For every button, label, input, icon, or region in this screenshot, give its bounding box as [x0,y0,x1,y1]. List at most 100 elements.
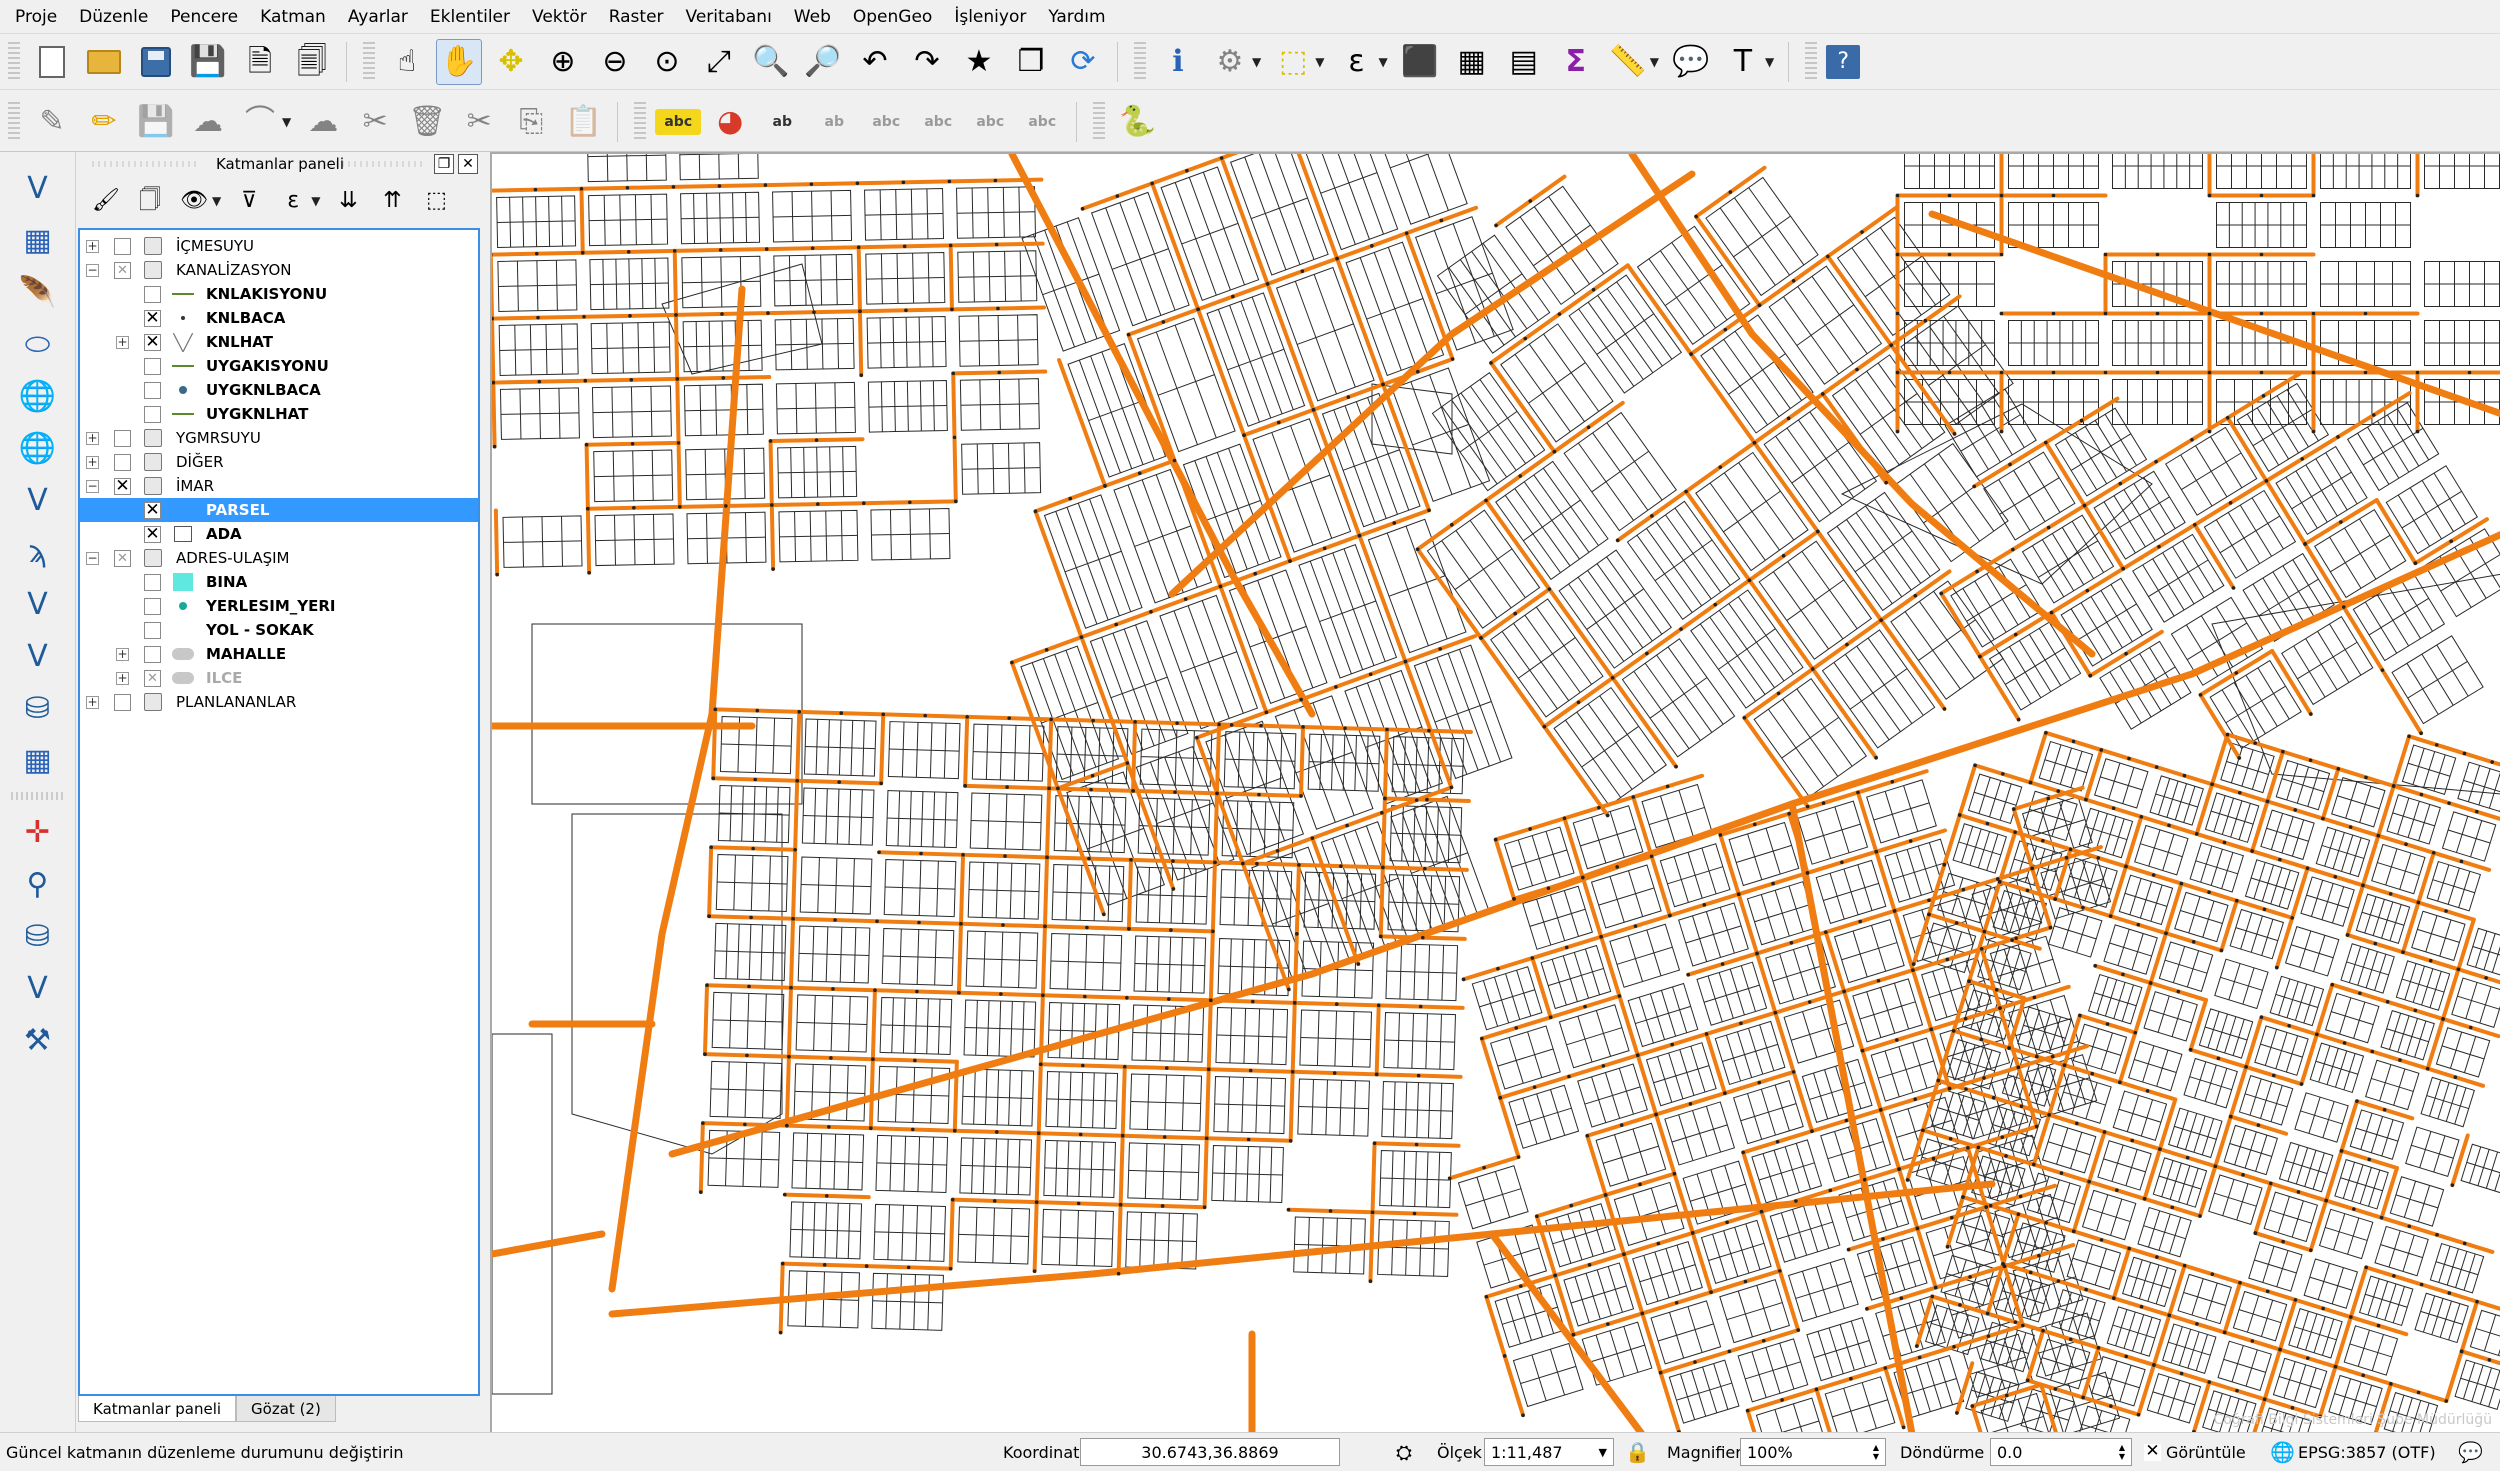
layer-visibility-checkbox[interactable] [114,693,131,711]
layer-visibility-checkbox[interactable] [144,381,161,399]
map-canvas[interactable]: Coğrafi Bilgi Sistemleri Şube Müdürlüğü [490,152,2500,1432]
save-layer-edits-icon[interactable]: 💾 [133,99,179,145]
layer-visibility-checkbox[interactable]: ✕ [144,333,161,351]
select-features-icon[interactable]: ⬚ [1270,39,1316,85]
menu-item[interactable]: Raster [598,7,675,27]
coordinate-capture-icon[interactable]: ✛ [13,808,63,856]
expand-icon[interactable]: + [116,335,129,349]
rotation-spin-icon[interactable]: ▲ ▼ [2119,1443,2125,1461]
pin-labels-icon[interactable]: ab [759,99,805,145]
zoom-to-selection-icon[interactable]: 🔍 [748,39,794,85]
dropdown-arrow-icon[interactable]: ▼ [1378,55,1387,69]
expand-icon[interactable]: + [116,647,129,661]
dropdown-arrow-icon[interactable]: ▼ [212,194,221,208]
add-virtual-layer-icon[interactable]: ▦ [13,736,63,784]
toggle-editing-icon[interactable]: ✏ [81,99,127,145]
tab-layers-panel[interactable]: Katmanlar paneli [78,1396,237,1422]
python-console-icon[interactable]: 🐍 [1114,99,1160,145]
toolbar-grip[interactable] [10,792,65,800]
layer-group-row[interactable]: − ✕ KANALİZASYON [80,258,478,282]
layer-visibility-checkbox[interactable] [114,429,131,447]
coordinate-field[interactable]: 30.6743,36.8869 [1080,1438,1340,1466]
touch-zoom-icon[interactable]: ☝ [384,39,430,85]
layer-visibility-checkbox[interactable] [144,405,161,423]
identify-icon[interactable]: ℹ [1155,39,1201,85]
layer-row[interactable]: KNLAKISYONU [80,282,478,306]
change-label-icon[interactable]: abc [1019,99,1065,145]
node-tool-icon[interactable]: ✂ [352,99,398,145]
layer-group-row[interactable]: − ✕ ADRES-ULAŞIM [80,546,478,570]
measure-line-icon[interactable]: 📏 [1605,39,1651,85]
rotation-spinbox[interactable]: 0.0 ▲ ▼ [1990,1438,2132,1466]
show-bookmarks-icon[interactable]: ❐ [1008,39,1054,85]
dropdown-arrow-icon[interactable]: ▼ [1315,55,1324,69]
add-wfs-layer-icon[interactable]: V [13,476,63,524]
composer-manager-icon[interactable]: 🗐 [289,39,335,85]
layer-row[interactable]: UYGKNLHAT [80,402,478,426]
layer-row[interactable]: BINA [80,570,478,594]
toolbar-grip[interactable] [8,41,20,82]
field-calculator-icon[interactable]: ▤ [1501,39,1547,85]
float-panel-icon[interactable]: ❐ [434,154,454,174]
collapse-icon[interactable]: − [86,551,99,565]
move-label-icon[interactable]: abc [915,99,961,145]
layer-row[interactable]: YOL - SOKAK [80,618,478,642]
toolbar-grip[interactable] [1805,41,1818,82]
dropdown-arrow-icon[interactable]: ▼ [1650,55,1659,69]
help-icon[interactable]: ? [1826,44,1861,79]
expand-all-icon[interactable]: ⇊ [329,182,367,220]
map-tips-icon[interactable]: ⚙ [1207,39,1253,85]
add-vector-layer-icon[interactable]: V [13,164,63,212]
layer-visibility-checkbox[interactable]: ✕ [114,261,131,279]
zoom-last-icon[interactable]: ↶ [852,39,898,85]
toolbar-grip[interactable] [363,41,375,82]
layer-group-row[interactable]: + DİĞER [80,450,478,474]
add-group-icon[interactable]: 🗍 [131,182,169,220]
messages-icon[interactable]: 💬 [2458,1440,2483,1464]
zoom-out-icon[interactable]: ⊖ [592,39,638,85]
coordinate-toggle-icon[interactable]: ⛭ [1396,1440,1412,1464]
show-hide-labels-icon[interactable]: abc [863,99,909,145]
new-shapefile-icon[interactable]: V [13,580,63,628]
zoom-next-icon[interactable]: ↷ [904,39,950,85]
map-drawing[interactable] [492,154,2500,1432]
highlight-pinned-labels-icon[interactable]: ab [811,99,857,145]
add-circular-string-icon[interactable]: ⌒ [237,99,283,145]
attribute-table-icon[interactable]: ▦ [1449,39,1495,85]
add-delimited-text-icon[interactable]: 🪶 [13,268,63,316]
layer-row[interactable]: YERLESIM_YERI [80,594,478,618]
text-tool-icon[interactable]: T [1720,39,1766,85]
layer-visibility-checkbox[interactable] [144,285,161,303]
refresh-icon[interactable]: ⟳ [1060,39,1106,85]
layer-visibility-checkbox[interactable]: ✕ [114,477,131,495]
layer-visibility-checkbox[interactable] [144,597,161,615]
deselect-all-icon[interactable]: ⬛ [1397,39,1443,85]
add-wcs-layer-icon[interactable]: 🌐 [13,424,63,472]
layer-visibility-checkbox[interactable]: ✕ [144,309,161,327]
layer-row[interactable]: UYGKNLBACA [80,378,478,402]
delete-selected-icon[interactable]: 🗑 [404,99,450,145]
zoom-native-icon[interactable]: ⊙ [644,39,690,85]
menu-item[interactable]: Vektör [521,7,598,27]
menu-item[interactable]: Veritabanı [675,7,783,27]
layer-row[interactable]: ✕ PARSEL [80,498,478,522]
layer-visibility-checkbox[interactable]: ✕ [144,501,161,519]
open-layer-styling-icon[interactable]: 🖌 [87,182,125,220]
vertex-editor-icon[interactable]: V [13,964,63,1012]
add-wms-tile-icon[interactable]: ⛁ [13,684,63,732]
dropdown-arrow-icon[interactable]: ▼ [1252,55,1261,69]
save-as-icon[interactable]: 💾 [185,39,231,85]
new-print-composer-icon[interactable]: 🗎 [237,39,283,85]
layer-visibility-checkbox[interactable] [144,645,161,663]
toolbar-grip[interactable] [634,101,647,142]
current-edits-icon[interactable]: ✎ [29,99,75,145]
layer-group-row[interactable]: + PLANLANANLAR [80,690,478,714]
layer-row[interactable]: + MAHALLE [80,642,478,666]
expand-icon[interactable]: + [86,239,99,253]
layer-row[interactable]: + ✕ ILCE [80,666,478,690]
toolbar-grip[interactable] [8,101,20,142]
layer-visibility-checkbox[interactable] [114,453,131,471]
add-csv-layer-icon[interactable]: ϡ [13,528,63,576]
pan-map-icon[interactable]: ✋ [436,38,482,85]
zoom-in-icon[interactable]: ⊕ [540,39,586,85]
